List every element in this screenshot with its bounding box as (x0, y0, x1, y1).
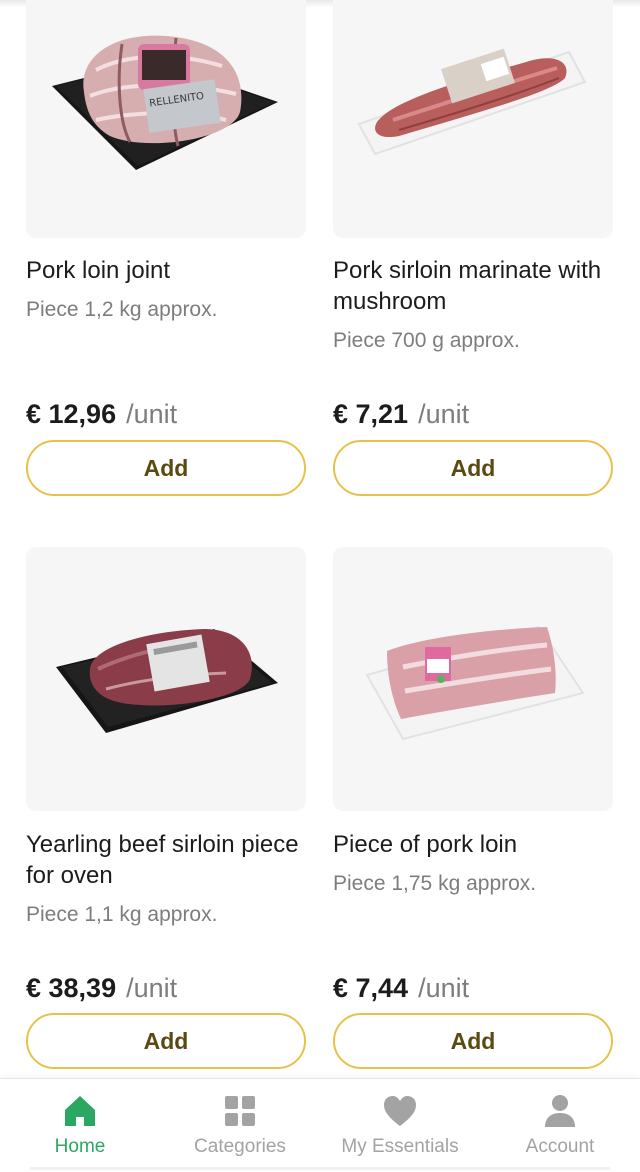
product-description: Piece 1,75 kg approx. (333, 872, 537, 895)
add-button[interactable]: Add (26, 440, 306, 496)
nav-item-home[interactable]: Home (0, 1079, 160, 1172)
price-amount: € 7,21 (333, 399, 409, 429)
product-image[interactable]: RELLENITO (26, 0, 306, 238)
heart-icon (384, 1096, 416, 1126)
price-unit: /unit (418, 973, 470, 1003)
price-unit: /unit (418, 399, 470, 429)
product-price: € 7,21/unit (333, 398, 469, 430)
price-amount: € 7,44 (333, 973, 409, 1003)
price-amount: € 38,39 (26, 973, 117, 1003)
add-button[interactable]: Add (333, 440, 613, 496)
nav-label: My Essentials (341, 1136, 459, 1157)
home-icon (65, 1096, 95, 1126)
product-image[interactable] (333, 547, 613, 811)
product-image[interactable] (333, 0, 613, 238)
nav-label: Account (525, 1136, 595, 1157)
product-description: Piece 700 g approx. (333, 329, 520, 352)
price-unit: /unit (126, 973, 178, 1003)
product-image[interactable] (26, 547, 306, 811)
bottom-navigation: Home Categories My Essentials Account (0, 1078, 640, 1172)
product-price: € 7,44/unit (333, 972, 469, 1004)
grid-icon (225, 1096, 255, 1126)
price-unit: /unit (126, 399, 178, 429)
price-amount: € 12,96 (26, 399, 117, 429)
product-price: € 38,39/unit (26, 972, 177, 1004)
nav-label: Home (54, 1136, 106, 1157)
home-indicator (30, 1167, 610, 1170)
add-button[interactable]: Add (333, 1013, 613, 1069)
nav-label: Categories (194, 1136, 286, 1157)
nav-item-my-essentials[interactable]: My Essentials (320, 1079, 480, 1172)
product-name[interactable]: Pork sirloin marinate with mushroom (333, 255, 613, 317)
add-button[interactable]: Add (26, 1013, 306, 1069)
nav-item-account[interactable]: Account (480, 1079, 640, 1172)
person-icon (545, 1095, 575, 1127)
product-name[interactable]: Piece of pork loin (333, 829, 613, 860)
product-name[interactable]: Yearling beef sirloin piece for oven (26, 829, 306, 891)
product-description: Piece 1,1 kg approx. (26, 903, 218, 926)
product-name[interactable]: Pork loin joint (26, 255, 306, 286)
product-description: Piece 1,2 kg approx. (26, 298, 218, 321)
nav-item-categories[interactable]: Categories (160, 1079, 320, 1172)
product-price: € 12,96/unit (26, 398, 177, 430)
